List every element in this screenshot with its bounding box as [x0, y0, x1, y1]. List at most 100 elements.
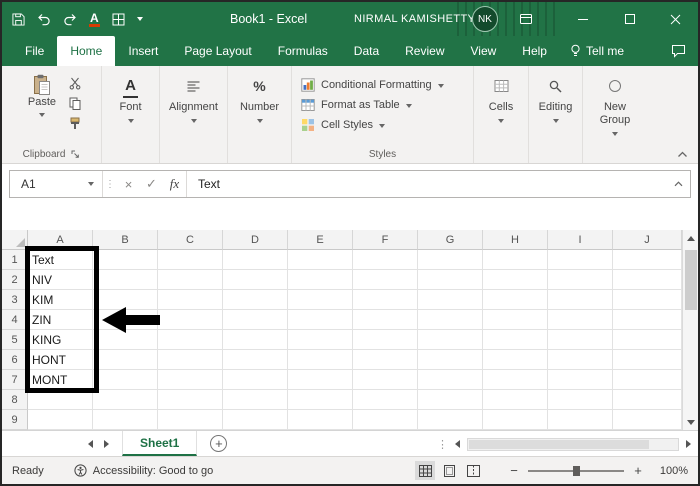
formula-input[interactable]: Text — [186, 171, 666, 197]
collapse-ribbon-icon[interactable] — [677, 151, 688, 158]
copy-button[interactable] — [69, 97, 81, 110]
cell[interactable] — [548, 270, 613, 290]
column-header-E[interactable]: E — [288, 230, 353, 250]
zoom-slider-thumb[interactable] — [573, 466, 580, 476]
conditional-formatting-button[interactable]: Conditional Formatting — [301, 75, 444, 95]
maximize-button[interactable] — [607, 2, 652, 36]
editing-group-button[interactable]: Editing — [529, 66, 583, 163]
clipboard-dialog-launcher-icon[interactable] — [71, 150, 80, 159]
cell[interactable] — [613, 250, 682, 270]
column-header-B[interactable]: B — [93, 230, 158, 250]
cell[interactable] — [158, 310, 223, 330]
scroll-left-icon[interactable] — [455, 440, 460, 448]
column-header-F[interactable]: F — [353, 230, 418, 250]
cell[interactable] — [158, 390, 223, 410]
cell[interactable] — [158, 410, 223, 430]
name-box[interactable]: A1 — [10, 171, 102, 197]
cell[interactable] — [483, 350, 548, 370]
zoom-in-button[interactable]: + — [633, 463, 643, 478]
column-header-I[interactable]: I — [548, 230, 613, 250]
tell-me[interactable]: Tell me — [560, 36, 634, 66]
undo-button[interactable] — [37, 13, 51, 26]
cell[interactable] — [288, 390, 353, 410]
cell[interactable] — [353, 310, 418, 330]
cell[interactable] — [548, 330, 613, 350]
borders-icon[interactable] — [112, 13, 125, 26]
insert-function-icon[interactable]: fx — [163, 171, 186, 197]
alignment-group-button[interactable]: Alignment — [160, 66, 228, 163]
cell[interactable] — [288, 410, 353, 430]
tab-review[interactable]: Review — [392, 36, 457, 66]
page-break-preview-icon[interactable] — [463, 461, 483, 480]
cell[interactable] — [548, 410, 613, 430]
column-header-D[interactable]: D — [223, 230, 288, 250]
cell[interactable] — [288, 250, 353, 270]
cell[interactable] — [613, 270, 682, 290]
user-avatar[interactable]: NK — [472, 6, 498, 32]
cell[interactable] — [418, 370, 483, 390]
cell[interactable] — [353, 330, 418, 350]
vertical-scrollbar[interactable] — [682, 230, 698, 430]
tab-formulas[interactable]: Formulas — [265, 36, 341, 66]
paste-button[interactable]: Paste — [22, 74, 62, 117]
cell[interactable] — [483, 270, 548, 290]
cell[interactable] — [223, 290, 288, 310]
vertical-scrollbar-thumb[interactable] — [685, 250, 697, 310]
column-header-C[interactable]: C — [158, 230, 223, 250]
cell[interactable] — [158, 330, 223, 350]
ribbon-display-options-icon[interactable] — [503, 2, 548, 36]
cell[interactable] — [418, 350, 483, 370]
tab-help[interactable]: Help — [509, 36, 560, 66]
cell-styles-button[interactable]: Cell Styles — [301, 115, 385, 135]
sheet-tab-sheet1[interactable]: Sheet1 — [122, 431, 197, 456]
cell[interactable] — [613, 310, 682, 330]
tab-data[interactable]: Data — [341, 36, 392, 66]
cells-group-button[interactable]: Cells — [474, 66, 529, 163]
cell[interactable] — [548, 310, 613, 330]
cell[interactable] — [353, 290, 418, 310]
previous-sheet-icon[interactable] — [88, 440, 93, 448]
cell[interactable] — [223, 370, 288, 390]
scroll-right-icon[interactable] — [686, 440, 691, 448]
zoom-out-button[interactable]: − — [509, 463, 519, 478]
cell[interactable] — [353, 270, 418, 290]
cell[interactable] — [353, 350, 418, 370]
cell[interactable] — [483, 330, 548, 350]
column-header-J[interactable]: J — [613, 230, 682, 250]
tab-home[interactable]: Home — [57, 36, 115, 66]
cell[interactable] — [353, 410, 418, 430]
cell[interactable] — [548, 350, 613, 370]
expand-formula-bar-icon[interactable] — [666, 171, 690, 197]
zoom-slider[interactable] — [528, 470, 624, 472]
cell[interactable] — [548, 290, 613, 310]
tab-splitter-icon[interactable]: ⋮ — [437, 438, 448, 451]
cell-A8[interactable] — [28, 390, 93, 410]
cut-button[interactable] — [69, 77, 81, 90]
cell[interactable] — [418, 250, 483, 270]
cell[interactable] — [223, 330, 288, 350]
cell[interactable] — [353, 250, 418, 270]
cell[interactable] — [288, 270, 353, 290]
cell[interactable] — [483, 390, 548, 410]
cell[interactable] — [418, 270, 483, 290]
zoom-level[interactable]: 100% — [652, 465, 688, 477]
cell-A9[interactable] — [28, 410, 93, 430]
cell[interactable] — [223, 270, 288, 290]
cell[interactable] — [548, 390, 613, 410]
tab-file[interactable]: File — [12, 36, 57, 66]
number-group-button[interactable]: % Number — [228, 66, 292, 163]
cell[interactable] — [93, 390, 158, 410]
cell[interactable] — [483, 250, 548, 270]
cell[interactable] — [418, 310, 483, 330]
cell[interactable] — [418, 410, 483, 430]
cell[interactable] — [613, 330, 682, 350]
cell[interactable] — [353, 390, 418, 410]
row-header-9[interactable]: 9 — [2, 410, 28, 430]
cancel-icon[interactable]: × — [117, 171, 140, 197]
tab-view[interactable]: View — [458, 36, 510, 66]
cell[interactable] — [353, 370, 418, 390]
minimize-button[interactable] — [561, 2, 606, 36]
enter-icon[interactable]: ✓ — [140, 171, 163, 197]
next-sheet-icon[interactable] — [104, 440, 109, 448]
cell[interactable] — [93, 330, 158, 350]
